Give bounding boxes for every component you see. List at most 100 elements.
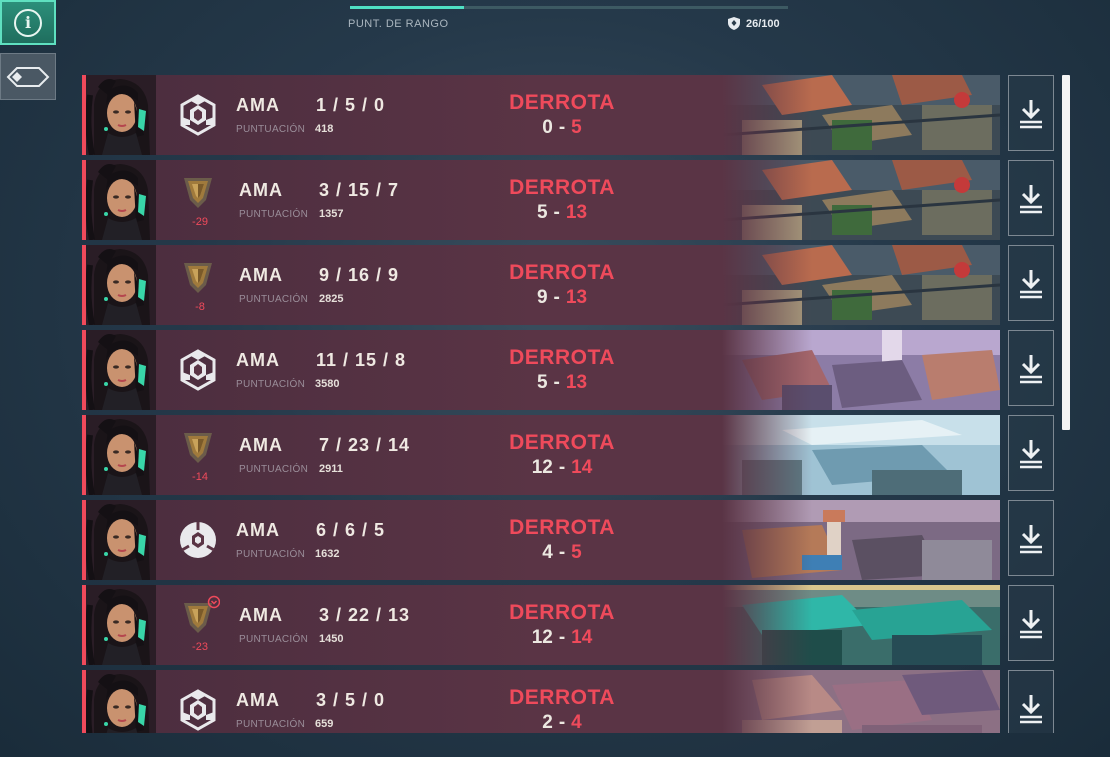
team-rounds: 5 xyxy=(536,372,548,393)
rank-delta: -8 xyxy=(195,301,205,313)
download-button[interactable] xyxy=(1008,75,1054,151)
download-icon xyxy=(1020,100,1042,129)
download-icon xyxy=(1020,610,1042,639)
match-card[interactable]: AMA 11 / 15 / 8 PUNTUACIÓN 3580 DERROTA … xyxy=(82,330,1000,410)
match-card[interactable]: -14 AMA 7 / 23 / 14 PUNTUACIÓN 2911 DERR… xyxy=(82,415,1000,495)
download-button[interactable] xyxy=(1008,330,1054,406)
enemy-rounds: 14 xyxy=(571,627,593,648)
match-row[interactable]: -29 AMA 3 / 15 / 7 PUNTUACIÓN 1357 DERRO… xyxy=(82,160,1062,240)
agent-name: AMA xyxy=(236,520,280,540)
match-result: DERROTA xyxy=(509,261,615,284)
kda: 6 / 6 / 5 xyxy=(316,520,386,540)
score-value: 3580 xyxy=(315,378,340,390)
agent-name: AMA xyxy=(236,350,280,370)
score-label: PUNTUACIÓN xyxy=(239,464,309,475)
enemy-rounds: 5 xyxy=(571,542,582,563)
score-value: 2911 xyxy=(319,463,343,475)
match-card[interactable]: -29 AMA 3 / 15 / 7 PUNTUACIÓN 1357 DERRO… xyxy=(82,160,1000,240)
match-row[interactable]: AMA 6 / 6 / 5 PUNTUACIÓN 1632 DERROTA 4-… xyxy=(82,500,1062,580)
score-label: PUNTUACIÓN xyxy=(236,719,306,730)
rank-icon xyxy=(176,518,220,562)
match-row[interactable]: -23 AMA 3 / 22 / 13 PUNTUACIÓN 1450 DERR… xyxy=(82,585,1062,665)
match-row[interactable]: -14 AMA 7 / 23 / 14 PUNTUACIÓN 2911 DERR… xyxy=(82,415,1062,495)
match-history-list[interactable]: AMA 1 / 5 / 0 PUNTUACIÓN 418 DERROTA 0-5 xyxy=(82,75,1062,733)
map-fade xyxy=(722,160,812,240)
agent-name: AMA xyxy=(239,265,283,285)
match-row[interactable]: AMA 3 / 5 / 0 PUNTUACIÓN 659 DERROTA 2-4 xyxy=(82,670,1062,733)
rank-progress-value: 26/100 xyxy=(746,17,780,30)
rank-icon xyxy=(176,425,220,469)
match-result: DERROTA xyxy=(509,346,615,369)
score-label: PUNTUACIÓN xyxy=(236,379,306,390)
download-icon xyxy=(1020,695,1042,724)
score-value: 1450 xyxy=(319,633,344,645)
download-icon xyxy=(1020,525,1042,554)
score-separator: - xyxy=(553,287,560,308)
score-separator: - xyxy=(558,457,566,478)
rank-delta: -14 xyxy=(192,471,208,483)
map-fade xyxy=(722,585,812,665)
enemy-rounds: 13 xyxy=(565,202,588,223)
score-separator: - xyxy=(558,542,566,563)
match-card[interactable]: AMA 1 / 5 / 0 PUNTUACIÓN 418 DERROTA 0-5 xyxy=(82,75,1000,155)
score-separator: - xyxy=(558,117,566,138)
agent-name: AMA xyxy=(239,180,283,200)
rank-icon xyxy=(176,688,220,732)
scrollbar[interactable] xyxy=(1062,75,1070,430)
score-label: PUNTUACIÓN xyxy=(236,124,306,135)
download-button[interactable] xyxy=(1008,415,1054,491)
download-button[interactable] xyxy=(1008,670,1054,733)
download-icon xyxy=(1020,185,1042,214)
match-row[interactable]: AMA 1 / 5 / 0 PUNTUACIÓN 418 DERROTA 0-5 xyxy=(82,75,1062,155)
map-fade xyxy=(722,415,812,495)
score-separator: - xyxy=(553,202,560,223)
enemy-rounds: 13 xyxy=(565,372,588,393)
map-fade xyxy=(722,330,812,410)
kda: 3 / 22 / 13 xyxy=(319,605,411,625)
match-row[interactable]: AMA 11 / 15 / 8 PUNTUACIÓN 3580 DERROTA … xyxy=(82,330,1062,410)
download-button[interactable] xyxy=(1008,160,1054,236)
match-card[interactable]: -23 AMA 3 / 22 / 13 PUNTUACIÓN 1450 DERR… xyxy=(82,585,1000,665)
score-value: 1357 xyxy=(319,208,344,220)
team-rounds: 9 xyxy=(536,287,548,308)
download-button[interactable] xyxy=(1008,245,1054,321)
info-icon: i xyxy=(14,8,42,37)
agent-portrait xyxy=(86,330,156,410)
kda: 3 / 5 / 0 xyxy=(316,690,386,710)
score-value: 2825 xyxy=(319,293,344,305)
download-button[interactable] xyxy=(1008,500,1054,576)
rank-progress-fill xyxy=(350,6,464,9)
agent-portrait xyxy=(86,670,156,733)
kda: 9 / 16 / 9 xyxy=(319,265,400,285)
kda: 7 / 23 / 14 xyxy=(319,435,411,455)
team-rounds: 5 xyxy=(536,202,548,223)
download-icon xyxy=(1020,355,1042,384)
match-row[interactable]: -8 AMA 9 / 16 / 9 PUNTUACIÓN 2825 DERROT… xyxy=(82,245,1062,325)
score-value: 659 xyxy=(315,718,334,730)
kda: 11 / 15 / 8 xyxy=(316,350,407,370)
match-result: DERROTA xyxy=(509,516,615,539)
rank-progress-value-wrap: 26/100 xyxy=(728,17,780,30)
side-tab-button[interactable] xyxy=(0,53,56,100)
score-label: PUNTUACIÓN xyxy=(239,294,309,305)
diamond-tab-icon xyxy=(6,66,50,87)
download-icon xyxy=(1020,270,1042,299)
enemy-rounds: 4 xyxy=(571,712,582,733)
match-result: DERROTA xyxy=(509,91,615,114)
round-score: 0-5 xyxy=(482,117,642,139)
match-card[interactable]: AMA 3 / 5 / 0 PUNTUACIÓN 659 DERROTA 2-4 xyxy=(82,670,1000,733)
round-score: 2-4 xyxy=(482,712,642,733)
download-button[interactable] xyxy=(1008,585,1054,661)
match-card[interactable]: AMA 6 / 6 / 5 PUNTUACIÓN 1632 DERROTA 4-… xyxy=(82,500,1000,580)
agent-portrait xyxy=(86,245,156,325)
agent-portrait xyxy=(86,585,156,665)
agent-name: AMA xyxy=(236,95,280,115)
agent-name: AMA xyxy=(239,435,283,455)
match-card[interactable]: -8 AMA 9 / 16 / 9 PUNTUACIÓN 2825 DERROT… xyxy=(82,245,1000,325)
map-fade xyxy=(722,75,812,155)
info-button[interactable]: i xyxy=(0,0,56,45)
team-rounds: 4 xyxy=(542,542,553,563)
agent-name: AMA xyxy=(236,690,280,710)
download-icon xyxy=(1020,440,1042,469)
rank-icon xyxy=(176,595,221,639)
